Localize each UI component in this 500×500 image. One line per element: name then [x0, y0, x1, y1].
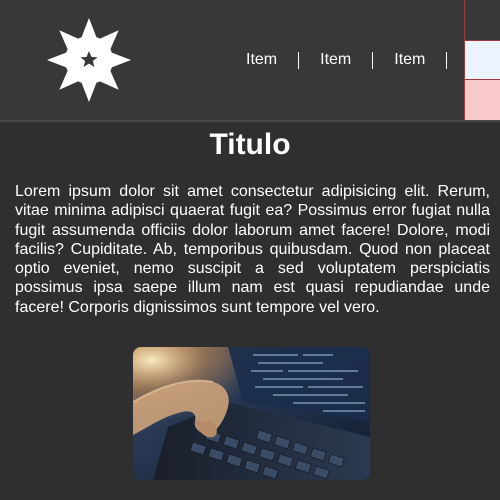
- nav-divider: [446, 51, 448, 69]
- site-header: Item Item Item: [0, 0, 500, 121]
- header-divider: [0, 120, 500, 123]
- nav-item-2[interactable]: Item: [320, 48, 351, 72]
- body-paragraph: Lorem ipsum dolor sit amet consectetur a…: [15, 183, 490, 316]
- nav-item-1[interactable]: Item: [246, 48, 277, 72]
- side-panel-block-dark: [465, 0, 500, 40]
- side-panel-block-light[interactable]: [465, 40, 500, 80]
- page-title: Titulo: [209, 128, 291, 161]
- side-color-panel: [464, 0, 500, 121]
- nav-item-3[interactable]: Item: [394, 48, 425, 72]
- side-panel-block-pink[interactable]: [465, 80, 500, 120]
- nav-divider: [298, 51, 300, 69]
- laptop-typing-photo: [133, 347, 370, 480]
- nav-divider: [372, 51, 374, 69]
- star-burst-icon[interactable]: [46, 17, 132, 103]
- main-nav: Item Item Item: [246, 48, 468, 72]
